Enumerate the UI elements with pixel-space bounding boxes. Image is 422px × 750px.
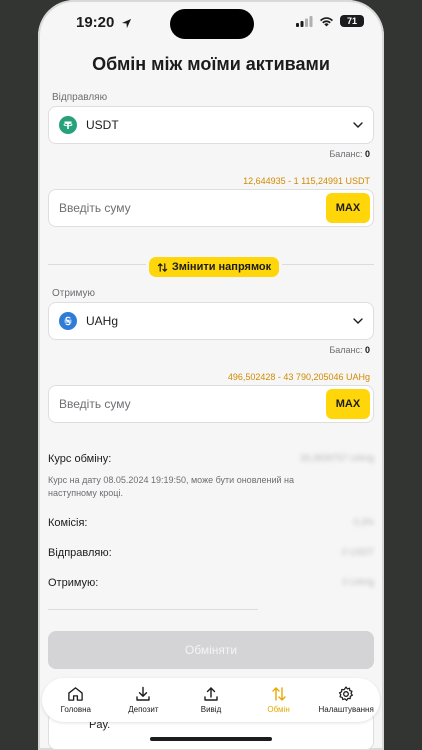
chevron-down-icon [353, 318, 363, 324]
chevron-down-icon [353, 122, 363, 128]
usdt-coin-icon [59, 116, 77, 134]
send-currency-name: USDT [86, 118, 119, 132]
send-amount-input[interactable] [59, 201, 326, 215]
exchange-button[interactable]: Обміняти [48, 631, 374, 669]
sending-row: Відправляю: 0 USDT [48, 547, 374, 559]
divider [48, 609, 258, 610]
swap-arrows-icon [157, 262, 168, 272]
rate-note: Курс на дату 08.05.2024 19:19:50, може б… [48, 475, 295, 498]
sending-value: 0 USDT [341, 547, 374, 557]
upload-icon [204, 687, 218, 701]
send-range: 12,644935 - 1 115,24991 USDT [243, 176, 370, 186]
status-icons: 71 [296, 15, 364, 27]
receive-currency-name: UAHg [86, 314, 119, 328]
send-balance: Баланс: 0 [329, 149, 370, 159]
dynamic-island [170, 9, 254, 39]
receiving-value: 0 UAHg [342, 577, 374, 587]
tab-deposit[interactable]: Депозит [111, 686, 175, 714]
receive-amount-field[interactable]: MAX [48, 385, 374, 423]
receive-balance: Баланс: 0 [329, 345, 370, 355]
fee-value: 0,3% [353, 517, 374, 527]
battery-icon: 71 [340, 15, 364, 27]
swap-icon [271, 687, 286, 701]
uahg-coin-icon [59, 312, 77, 330]
tab-home[interactable]: Головна [44, 686, 108, 714]
send-label: Відправляю [52, 92, 108, 103]
status-bar: 19:20 71 [38, 0, 384, 44]
location-arrow-icon [121, 18, 131, 29]
rate-row: Курс обміну: 39,3839757 UAHg [48, 453, 374, 465]
receive-currency-select[interactable]: UAHg [48, 302, 374, 340]
tab-settings[interactable]: Налаштування [314, 686, 378, 714]
swap-direction-button[interactable]: Змінити напрямок [146, 254, 282, 280]
send-amount-field[interactable]: MAX [48, 189, 374, 227]
send-currency-select[interactable]: USDT [48, 106, 374, 144]
tab-withdraw[interactable]: Вивід [179, 686, 243, 714]
fee-row: Комісія: 0,3% [48, 517, 374, 529]
rate-value: 39,3839757 UAHg [299, 453, 374, 463]
download-icon [136, 686, 151, 701]
receive-max-button[interactable]: MAX [326, 389, 370, 419]
tab-bar: Головна Депозит Вивід Обмін Налаштування [42, 678, 380, 722]
receiving-row: Отримую: 0 UAHg [48, 577, 374, 589]
wifi-icon [320, 16, 333, 26]
home-indicator [150, 737, 272, 741]
receive-amount-input[interactable] [59, 397, 326, 411]
receive-label: Отримую [52, 288, 95, 299]
receive-range: 496,502428 - 43 790,205046 UAHg [227, 372, 370, 382]
phone-screen: 19:20 71 Обмін між моїми активами Відпра… [38, 0, 384, 750]
tab-exchange[interactable]: Обмін [247, 686, 311, 714]
gear-icon [339, 686, 354, 701]
status-time: 19:20 [76, 14, 132, 31]
cellular-signal-icon [296, 15, 313, 27]
page-title: Обмін між моїми активами [92, 54, 330, 74]
send-max-button[interactable]: MAX [326, 193, 370, 223]
home-icon [68, 687, 84, 701]
